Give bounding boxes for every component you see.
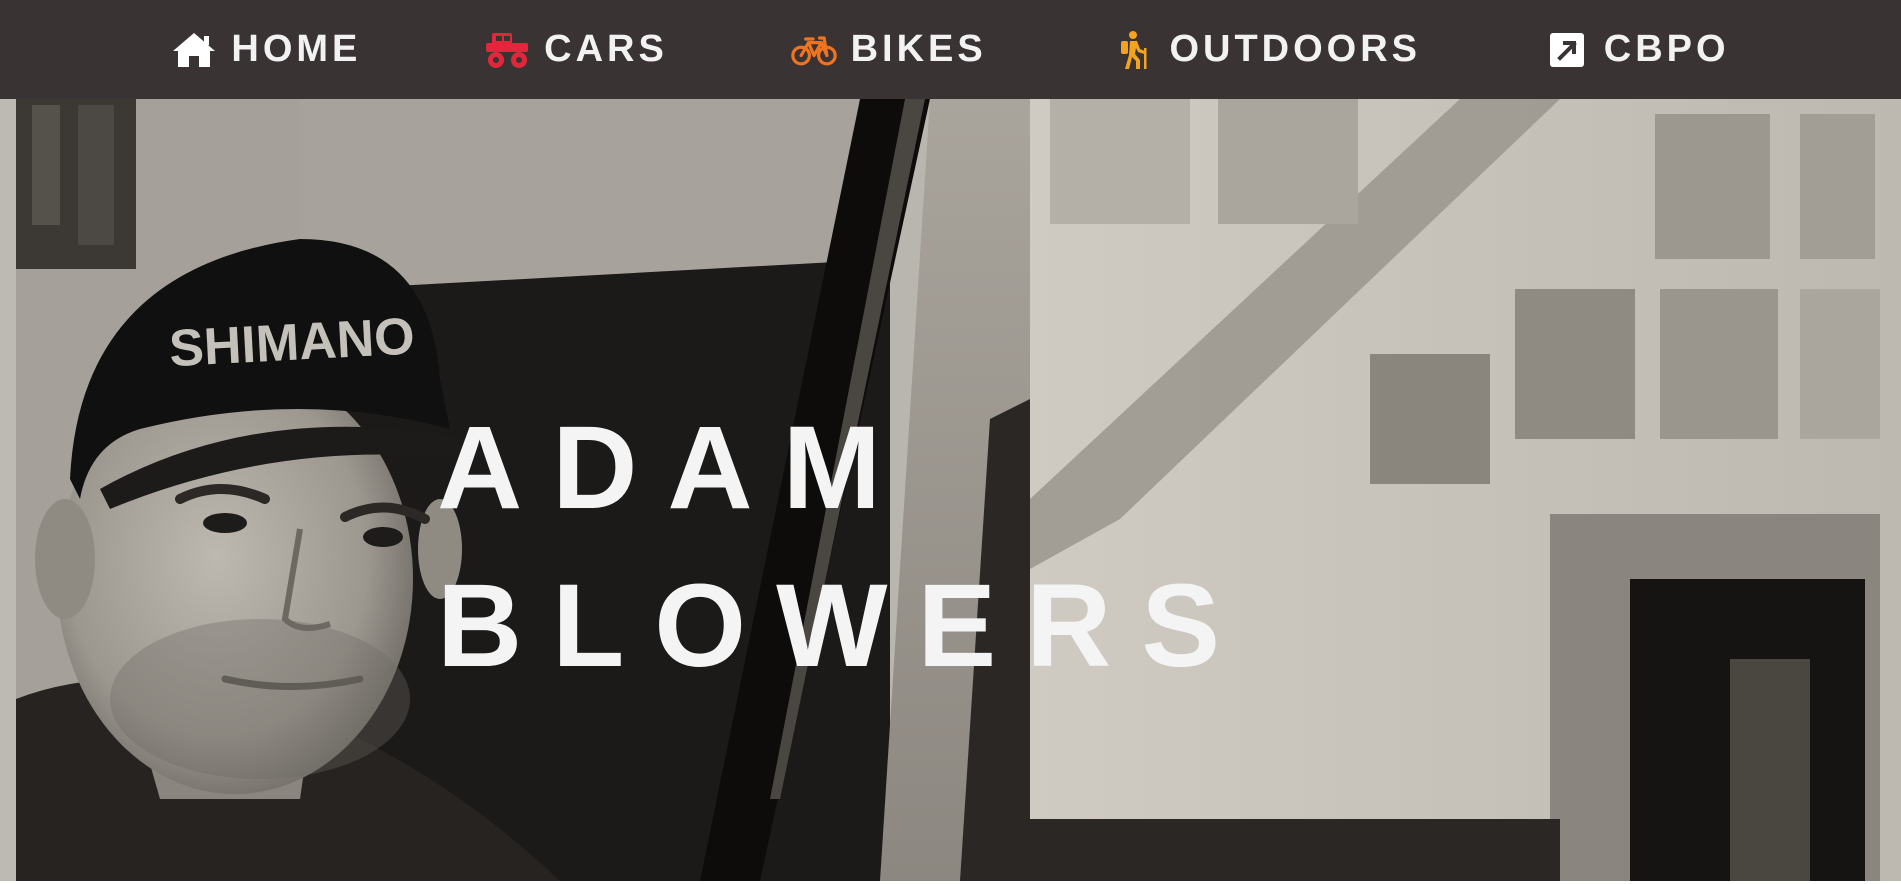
nav-outdoors[interactable]: OUTDOORS xyxy=(1109,28,1421,71)
external-link-icon xyxy=(1544,30,1590,70)
hero-name: ADAM BLOWERS xyxy=(437,389,1250,705)
hiking-icon xyxy=(1109,30,1155,70)
nav-outdoors-label: OUTDOORS xyxy=(1169,28,1422,70)
nav-home-label: HOME xyxy=(231,28,362,70)
home-icon xyxy=(171,30,217,70)
nav-cbpo[interactable]: CBPO xyxy=(1544,28,1730,71)
nav-cars-label: CARS xyxy=(544,28,668,70)
top-navigation: HOME CARS BIKES OUTDOORS CBPO xyxy=(0,0,1901,99)
hero-banner: SHIMANO ADAM BLOWERS xyxy=(0,99,1901,881)
nav-bikes-label: BIKES xyxy=(850,28,987,70)
nav-cars[interactable]: CARS xyxy=(484,28,668,71)
nav-bikes[interactable]: BIKES xyxy=(790,28,987,71)
hero-last-name: BLOWERS xyxy=(437,560,1251,692)
nav-home[interactable]: HOME xyxy=(171,28,361,71)
bicycle-icon xyxy=(790,30,837,70)
hero-first-name: ADAM xyxy=(437,402,911,534)
nav-cbpo-label: CBPO xyxy=(1603,28,1730,70)
monster-truck-icon xyxy=(484,30,530,70)
